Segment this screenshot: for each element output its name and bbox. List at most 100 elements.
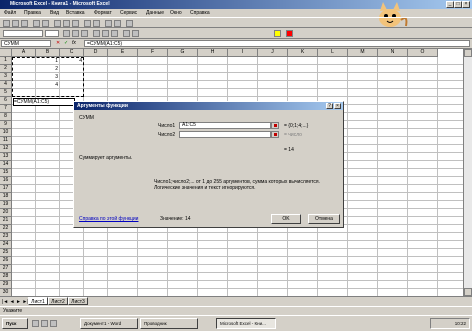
task-explorer[interactable]: Проводник <box>140 318 198 329</box>
italic-icon[interactable] <box>72 30 79 37</box>
start-button[interactable]: Пуск <box>2 318 28 329</box>
cell-B2[interactable]: 2 <box>28 66 58 72</box>
menu-format[interactable]: Формат <box>94 10 112 16</box>
row-header-18[interactable]: 18 <box>0 193 12 201</box>
percent-icon[interactable] <box>132 30 139 37</box>
close-window-button[interactable]: × <box>462 1 470 8</box>
menu-view[interactable]: Вид <box>50 10 59 16</box>
underline-icon[interactable] <box>81 30 88 37</box>
cancel-formula-icon[interactable]: ✕ <box>56 40 60 46</box>
cell-B4[interactable]: 4 <box>28 82 58 88</box>
cell-A6[interactable]: =СУММ(A1:C5) <box>13 98 75 106</box>
enter-formula-icon[interactable]: ✓ <box>64 40 68 46</box>
column-header-D[interactable]: D <box>84 49 108 57</box>
row-header-16[interactable]: 16 <box>0 177 12 185</box>
column-header-L[interactable]: L <box>318 49 348 57</box>
column-header-O[interactable]: O <box>408 49 438 57</box>
paste-icon[interactable] <box>72 20 79 27</box>
column-header-E[interactable]: E <box>108 49 138 57</box>
column-header-K[interactable]: K <box>288 49 318 57</box>
menu-help[interactable]: Справка <box>190 10 210 16</box>
sheet-tab-3[interactable]: Лист3 <box>68 297 88 305</box>
column-header-H[interactable]: H <box>198 49 228 57</box>
row-header-22[interactable]: 22 <box>0 225 12 233</box>
scroll-up-button[interactable] <box>464 49 472 57</box>
row-header-8[interactable]: 8 <box>0 113 12 121</box>
menu-edit[interactable]: Правка <box>24 10 41 16</box>
column-header-B[interactable]: B <box>36 49 60 57</box>
row-header-26[interactable]: 26 <box>0 257 12 265</box>
row-header-7[interactable]: 7 <box>0 105 12 113</box>
row-header-27[interactable]: 27 <box>0 265 12 273</box>
font-select[interactable] <box>3 30 43 37</box>
row-header-20[interactable]: 20 <box>0 209 12 217</box>
column-header-I[interactable]: I <box>228 49 258 57</box>
select-all-corner[interactable] <box>0 49 12 57</box>
column-header-N[interactable]: N <box>378 49 408 57</box>
row-header-3[interactable]: 3 <box>0 73 12 81</box>
menu-tools[interactable]: Сервис <box>120 10 137 16</box>
scroll-down-button[interactable] <box>464 288 472 296</box>
redo-icon[interactable] <box>93 20 100 27</box>
explorer-icon[interactable] <box>50 320 57 327</box>
row-header-1[interactable]: 1 <box>0 57 12 65</box>
row-header-30[interactable]: 30 <box>0 289 12 296</box>
task-excel[interactable]: Microsoft Excel - Кни... <box>216 318 276 329</box>
row-header-19[interactable]: 19 <box>0 201 12 209</box>
menu-insert[interactable]: Вставка <box>66 10 85 16</box>
row-header-5[interactable]: 5 <box>0 89 12 97</box>
row-header-6[interactable]: 6 <box>0 97 12 105</box>
menu-data[interactable]: Данные <box>146 10 164 16</box>
row-header-24[interactable]: 24 <box>0 241 12 249</box>
column-header-F[interactable]: F <box>138 49 168 57</box>
menu-window[interactable]: Окно <box>170 10 182 16</box>
column-header-J[interactable]: J <box>258 49 288 57</box>
ok-button[interactable]: OK <box>271 214 301 224</box>
print-icon[interactable] <box>33 20 40 27</box>
vertical-scrollbar[interactable] <box>463 49 472 296</box>
row-header-17[interactable]: 17 <box>0 185 12 193</box>
row-header-11[interactable]: 11 <box>0 137 12 145</box>
column-header-C[interactable]: C <box>60 49 84 57</box>
show-desktop-icon[interactable] <box>32 320 39 327</box>
cut-icon[interactable] <box>54 20 61 27</box>
row-header-14[interactable]: 14 <box>0 161 12 169</box>
currency-icon[interactable] <box>123 30 130 37</box>
row-header-25[interactable]: 25 <box>0 249 12 257</box>
undo-icon[interactable] <box>84 20 91 27</box>
minimize-button[interactable]: _ <box>446 1 454 8</box>
open-icon[interactable] <box>12 20 19 27</box>
sheet-tab-1[interactable]: Лист1 <box>28 297 48 305</box>
dialog-help-button[interactable]: ? <box>326 103 333 109</box>
chart-icon[interactable] <box>126 20 133 27</box>
fill-color-icon[interactable] <box>274 30 281 37</box>
sheet-tab-2[interactable]: Лист2 <box>48 297 68 305</box>
copy-icon[interactable] <box>63 20 70 27</box>
name-box[interactable]: СУММ <box>1 40 51 47</box>
row-header-9[interactable]: 9 <box>0 121 12 129</box>
align-left-icon[interactable] <box>93 30 100 37</box>
formula-input[interactable]: =СУММ(A1:C5) <box>84 40 470 47</box>
fx-icon[interactable]: fx <box>72 40 76 46</box>
arg2-input[interactable] <box>179 131 271 138</box>
column-header-M[interactable]: M <box>348 49 378 57</box>
column-header-A[interactable]: A <box>12 49 36 57</box>
tab-nav-icon[interactable]: |◄ ◄ ► ►| <box>2 299 29 305</box>
cell-B3[interactable]: 3 <box>28 74 58 80</box>
align-right-icon[interactable] <box>111 30 118 37</box>
bold-icon[interactable] <box>63 30 70 37</box>
arg1-input[interactable]: A1:C5 <box>179 122 271 129</box>
column-header-G[interactable]: G <box>168 49 198 57</box>
maximize-button[interactable]: □ <box>454 1 462 8</box>
align-center-icon[interactable] <box>102 30 109 37</box>
row-header-2[interactable]: 2 <box>0 65 12 73</box>
arg2-collapse-icon[interactable] <box>271 131 279 138</box>
font-size-select[interactable] <box>45 30 59 37</box>
font-color-icon[interactable] <box>286 30 293 37</box>
row-header-10[interactable]: 10 <box>0 129 12 137</box>
row-header-15[interactable]: 15 <box>0 169 12 177</box>
row-header-23[interactable]: 23 <box>0 233 12 241</box>
row-header-4[interactable]: 4 <box>0 81 12 89</box>
row-header-21[interactable]: 21 <box>0 217 12 225</box>
sort-icon[interactable] <box>114 20 121 27</box>
